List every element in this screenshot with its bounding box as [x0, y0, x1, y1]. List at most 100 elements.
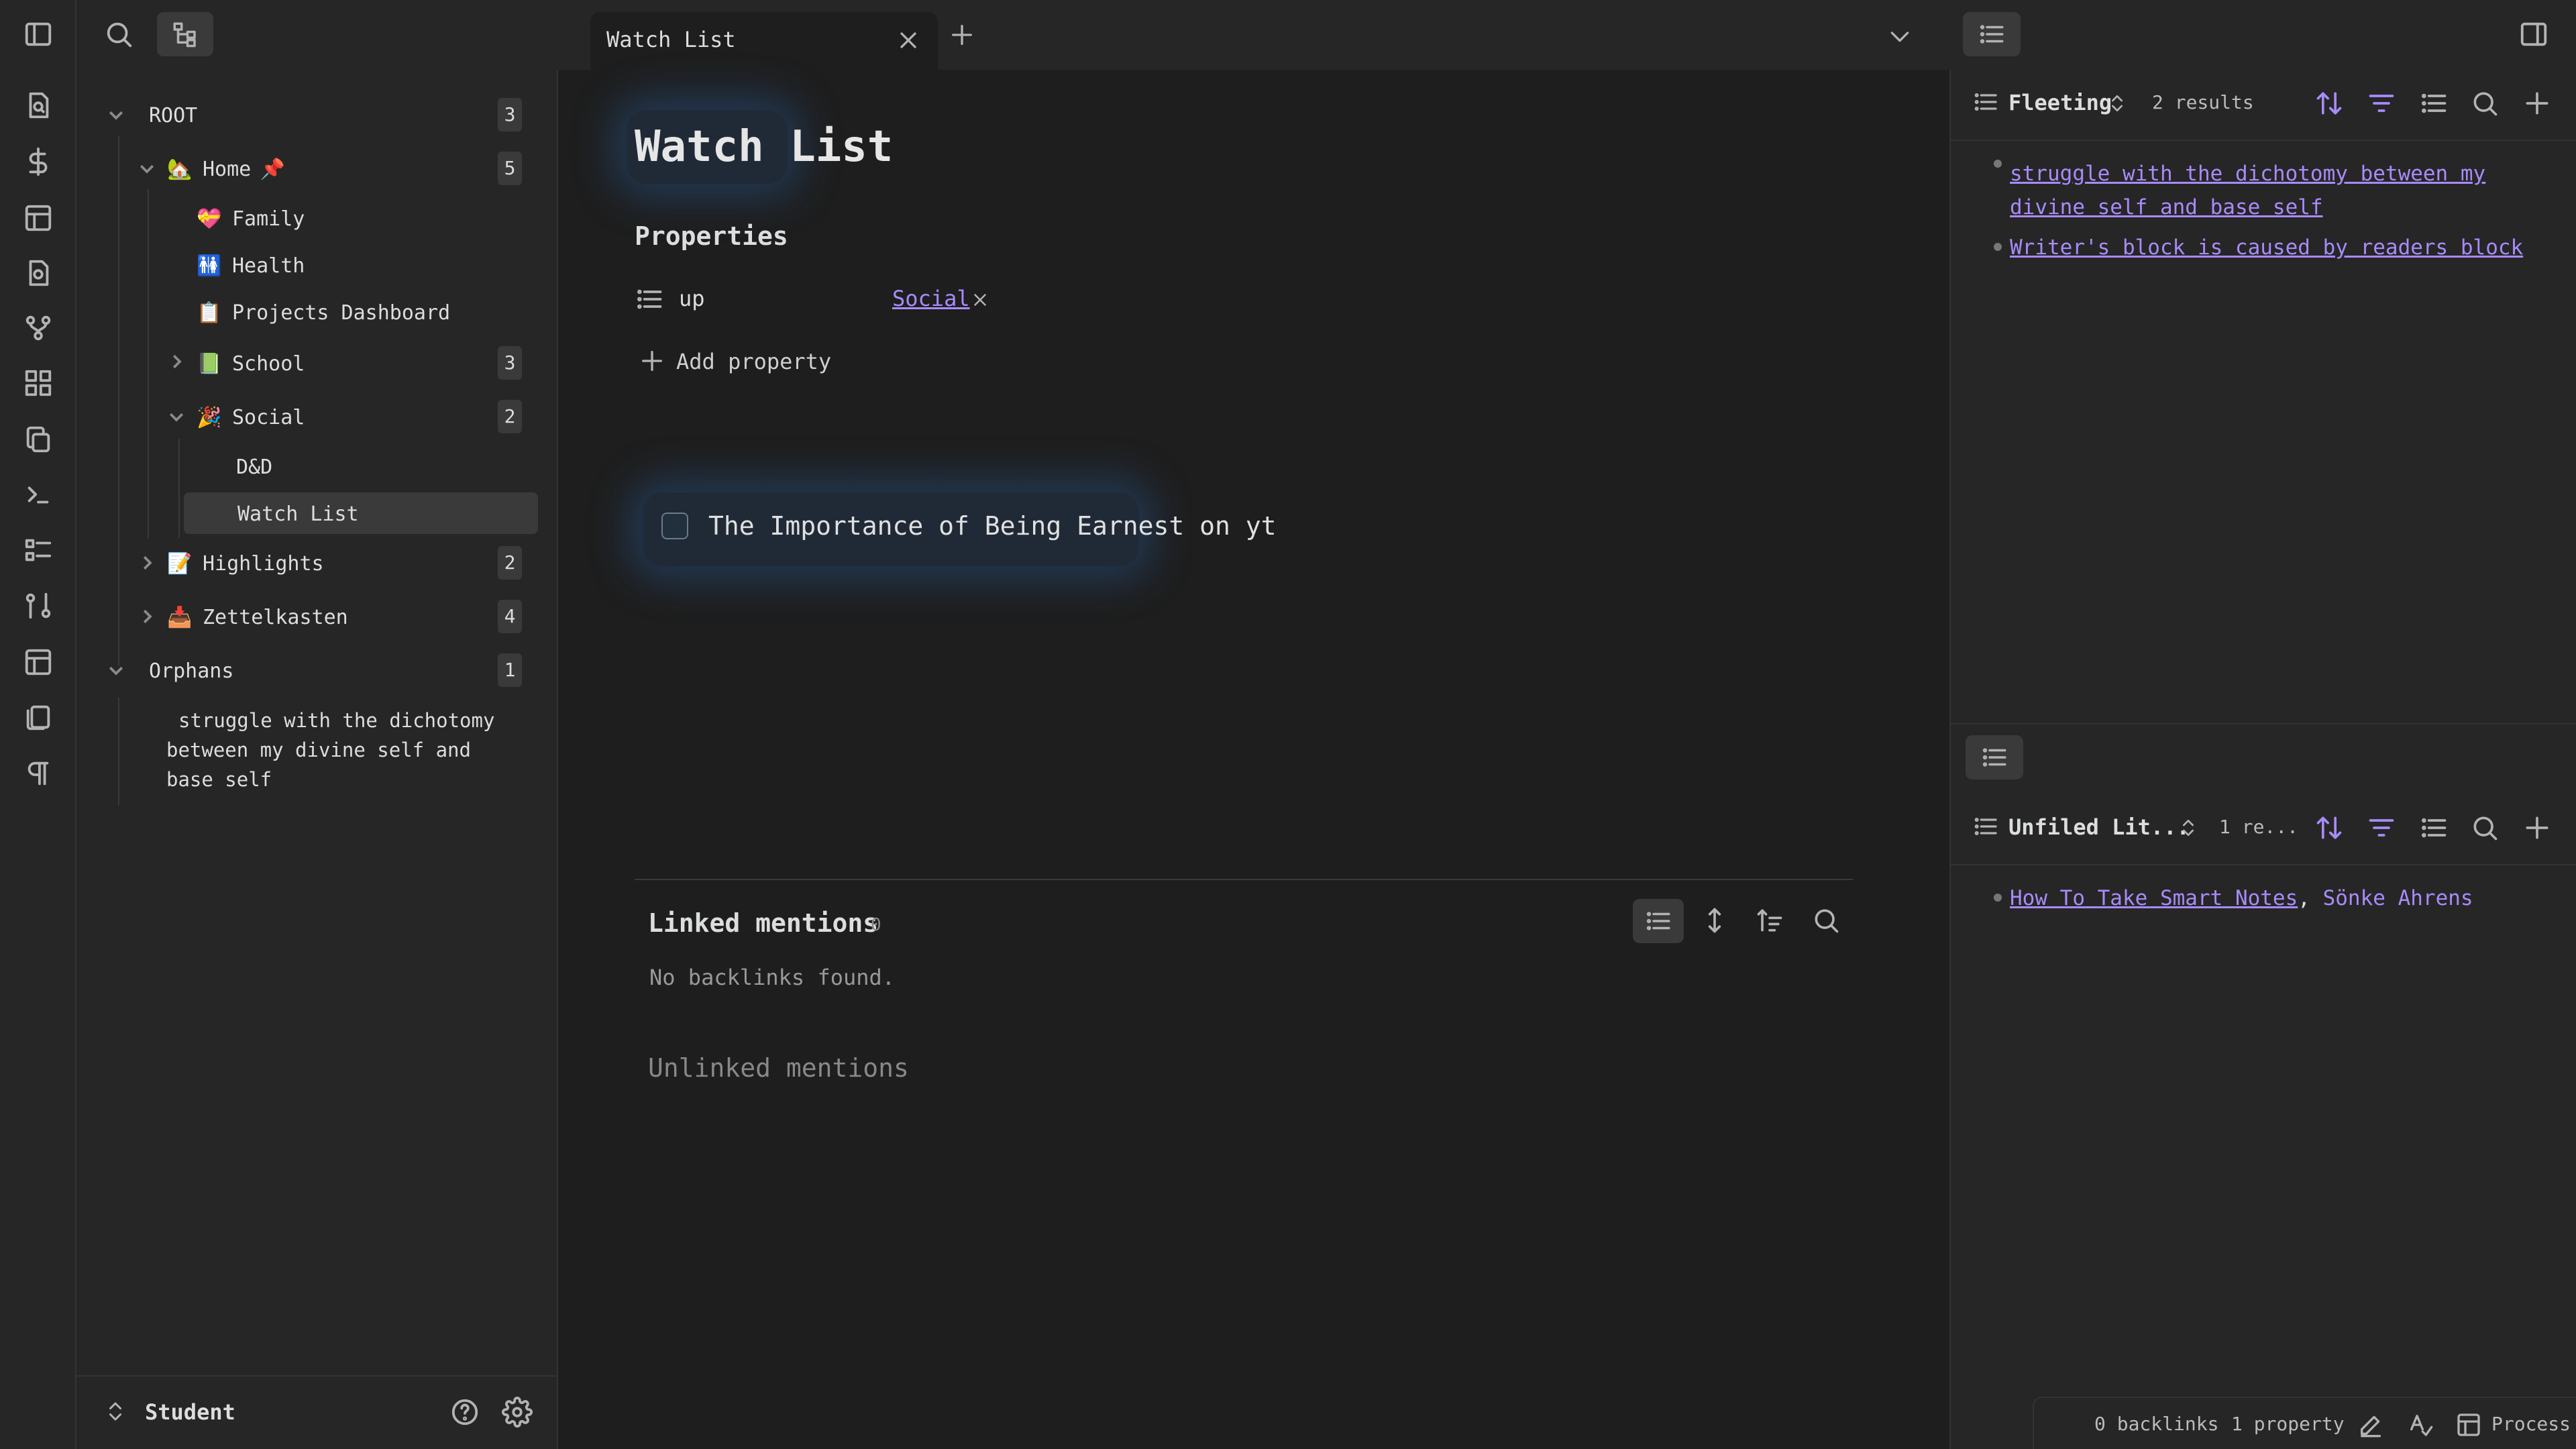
dollar-icon[interactable]: [23, 146, 54, 177]
expand-vertical-icon[interactable]: [1700, 906, 1729, 935]
terminal-icon[interactable]: [23, 479, 54, 510]
search-icon[interactable]: [2470, 813, 2500, 843]
author-link[interactable]: Sönke Ahrens: [2323, 886, 2473, 910]
chevrons-up-down-icon[interactable]: [103, 1399, 127, 1424]
add-icon[interactable]: [2522, 813, 2552, 843]
outline-view-icon[interactable]: [1963, 12, 2021, 56]
properties-heading[interactable]: Properties: [635, 221, 788, 251]
list-view-icon[interactable]: [1633, 899, 1684, 943]
query-title-fleeting[interactable]: Fleeting: [2008, 90, 2112, 115]
tree-item-label: D&D: [236, 455, 273, 479]
search-mentions-icon[interactable]: [1811, 906, 1841, 935]
tree-item-orphans[interactable]: Orphans: [149, 651, 233, 691]
tree-item-zettelkasten[interactable]: 📥 Zettelkasten: [165, 597, 347, 637]
layout-mode-icon[interactable]: [2455, 1411, 2482, 1438]
help-icon[interactable]: [449, 1397, 480, 1428]
tab-list-chevron-icon[interactable]: [1886, 23, 1913, 50]
linked-mentions-heading[interactable]: Linked mentions: [648, 908, 878, 938]
sort-arrows-icon[interactable]: [2314, 813, 2344, 843]
tree-item-watch-list[interactable]: Watch List: [237, 494, 359, 534]
outline-view-icon[interactable]: [1966, 735, 2023, 780]
tab-watch-list[interactable]: Watch List: [590, 12, 938, 70]
right-sidebar: Fleeting 2 results struggle with the dic…: [1949, 70, 2576, 1449]
result-link[interactable]: Writer's block is caused by readers bloc…: [2010, 231, 2523, 264]
count-badge: 4: [498, 600, 522, 633]
tree-item-highlights[interactable]: 📝 Highlights: [165, 543, 323, 584]
status-mode[interactable]: Process: [2491, 1413, 2571, 1435]
chevron-down-icon[interactable]: [106, 105, 126, 125]
pencil-icon[interactable]: [2357, 1411, 2384, 1438]
tree-item-projects-dashboard[interactable]: 📋 Projects Dashboard: [195, 292, 450, 333]
git-compare-icon[interactable]: [23, 590, 54, 621]
grid-icon[interactable]: [23, 368, 54, 398]
chevron-down-icon[interactable]: [106, 660, 126, 680]
note-title[interactable]: Watch List: [635, 122, 893, 172]
new-tab-icon[interactable]: [949, 21, 975, 48]
table-icon[interactable]: [23, 647, 54, 678]
file-search-icon-2[interactable]: [23, 258, 54, 288]
list-view-icon[interactable]: [2419, 813, 2449, 843]
filter-icon[interactable]: [2367, 89, 2396, 118]
orphan-note-item[interactable]: struggle with the dichotomy between my d…: [166, 706, 529, 794]
tree-item-label: Health: [232, 254, 305, 278]
task-checkbox[interactable]: [661, 513, 688, 539]
chevron-right-icon[interactable]: [137, 606, 157, 627]
top-bar: [76, 0, 2576, 70]
result-link[interactable]: struggle with the dichotomy between my d…: [2010, 157, 2560, 224]
plus-icon: [639, 347, 665, 374]
bullet: [1994, 160, 2002, 168]
git-fork-icon[interactable]: [23, 313, 54, 343]
filter-icon[interactable]: [2367, 813, 2396, 843]
tree-item-health[interactable]: 🚻 Health: [195, 246, 305, 286]
chevrons-up-down-icon[interactable]: [2106, 93, 2128, 114]
tree-item-root[interactable]: ROOT: [149, 95, 197, 136]
chevron-down-icon[interactable]: [137, 158, 157, 178]
file-tree-icon[interactable]: [157, 12, 213, 56]
chevron-right-icon[interactable]: [166, 352, 186, 372]
file-search-icon[interactable]: [23, 90, 54, 121]
property-value-link[interactable]: Social: [892, 286, 970, 311]
unlinked-mentions-heading[interactable]: Unlinked mentions: [648, 1053, 909, 1083]
close-tab-icon[interactable]: [895, 27, 922, 54]
layout-icon[interactable]: [23, 203, 54, 233]
status-properties[interactable]: 1 property: [2231, 1413, 2345, 1435]
result-link[interactable]: How To Take Smart Notes: [2010, 886, 2298, 910]
chevron-down-icon[interactable]: [166, 407, 186, 427]
tree-item-family[interactable]: 💝 Family: [195, 199, 305, 239]
search-icon[interactable]: [103, 19, 134, 50]
pin-icon: 📌: [260, 157, 285, 181]
list-checks-icon[interactable]: [23, 535, 54, 566]
search-icon[interactable]: [2470, 89, 2500, 118]
chevron-right-icon[interactable]: [137, 553, 157, 573]
tree-item-social[interactable]: 🎉 Social: [195, 397, 305, 437]
vault-footer: Student: [76, 1375, 558, 1449]
query-title-unfiled[interactable]: Unfiled Lit...: [2008, 814, 2190, 840]
copy-icon[interactable]: [23, 424, 54, 455]
task-text[interactable]: The Importance of Being Earnest on yt: [708, 511, 1276, 541]
tree-item-home[interactable]: 🏡 Home 📌: [165, 149, 295, 189]
house-icon: 🏡: [167, 157, 193, 181]
sidebar-toggle-icon[interactable]: [23, 19, 54, 50]
chevrons-up-down-icon[interactable]: [2178, 817, 2199, 839]
right-sidebar-toggle-icon[interactable]: [2518, 19, 2549, 50]
add-property-button[interactable]: Add property: [676, 349, 831, 374]
vault-name[interactable]: Student: [145, 1399, 235, 1425]
tree-item-school[interactable]: 📗 School: [195, 343, 305, 384]
status-backlinks[interactable]: 0 backlinks: [2094, 1413, 2218, 1435]
settings-gear-icon[interactable]: [502, 1397, 533, 1428]
property-key[interactable]: up: [679, 286, 705, 311]
cards-icon[interactable]: [23, 702, 54, 733]
pilcrow-icon[interactable]: [23, 758, 54, 789]
sort-icon[interactable]: [1755, 906, 1784, 935]
add-icon[interactable]: [2522, 89, 2552, 118]
green-book-icon: 📗: [197, 352, 222, 376]
clipboard-icon: 📋: [197, 301, 222, 325]
divider: [635, 879, 1853, 880]
remove-value-icon[interactable]: [970, 290, 990, 310]
list-view-icon[interactable]: [2419, 89, 2449, 118]
tree-guide: [118, 136, 119, 665]
sort-arrows-icon[interactable]: [2314, 89, 2344, 118]
spellcheck-icon[interactable]: [2407, 1411, 2434, 1438]
tree-item-dnd[interactable]: D&D: [236, 447, 272, 487]
tree-guide: [118, 698, 119, 805]
